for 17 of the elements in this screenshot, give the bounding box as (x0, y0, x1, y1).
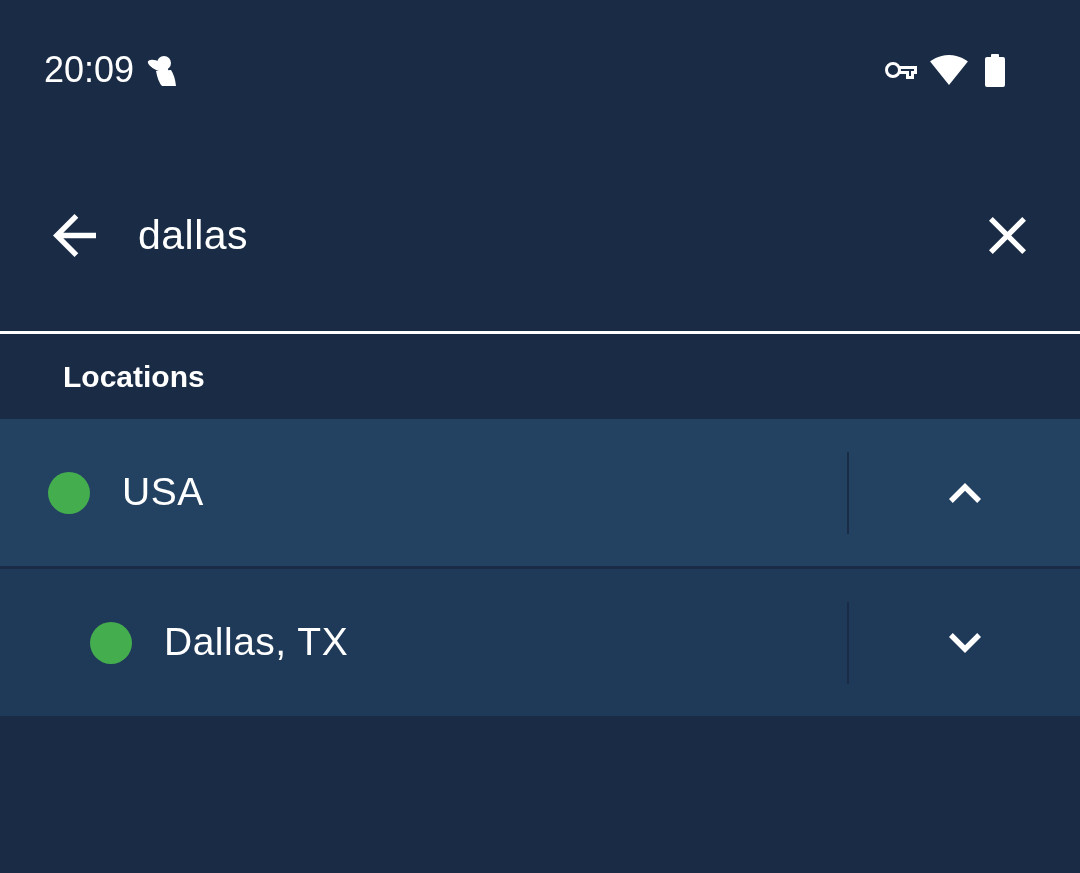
location-row[interactable]: Dallas, TX (0, 569, 1080, 716)
clear-button[interactable] (989, 217, 1026, 254)
wifi-icon (930, 55, 968, 85)
chevron-up-icon (948, 482, 981, 503)
location-name: USA (122, 469, 204, 516)
search-field[interactable]: dallas (138, 205, 938, 266)
location-row[interactable]: USA (0, 419, 1080, 566)
back-button[interactable] (53, 214, 96, 257)
section-title: Locations (63, 359, 205, 395)
battery-icon (985, 53, 1005, 87)
back-arrow-icon (53, 214, 96, 257)
chevron-down-icon (948, 632, 981, 653)
hat-figure-icon (147, 54, 177, 86)
close-icon (989, 217, 1026, 254)
clock-time: 20:09 (44, 52, 135, 88)
key-icon (884, 61, 917, 79)
location-name: Dallas, TX (164, 619, 349, 666)
